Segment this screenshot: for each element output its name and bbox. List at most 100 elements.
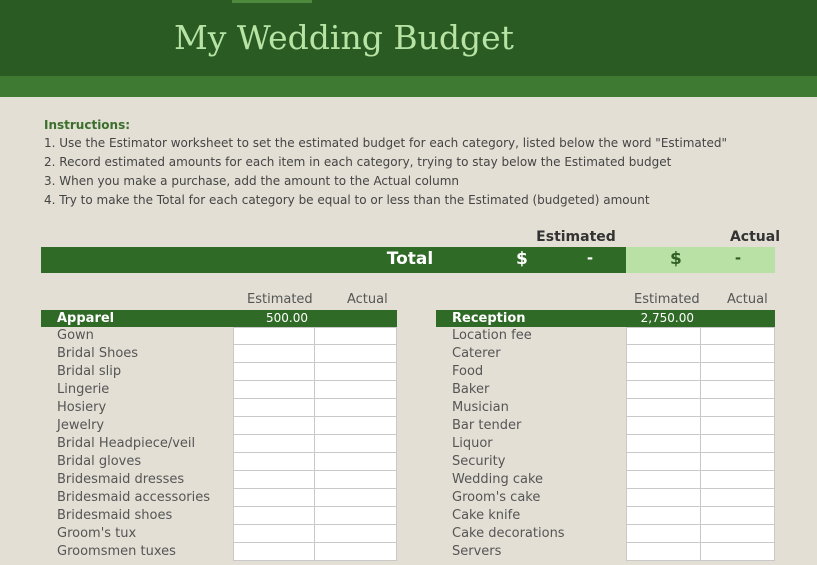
actual-cell[interactable] [700, 399, 775, 417]
estimated-cell[interactable] [626, 363, 701, 381]
actual-cell[interactable] [700, 345, 775, 363]
actual-cell[interactable] [700, 453, 775, 471]
estimated-cell[interactable] [233, 399, 315, 417]
estimated-cell[interactable] [626, 327, 701, 345]
estimated-cell[interactable] [233, 327, 315, 345]
reception-category-name: Reception [452, 311, 526, 326]
estimated-cell[interactable] [233, 471, 315, 489]
estimated-cell[interactable] [233, 489, 315, 507]
item-label: Bridal gloves [57, 454, 142, 469]
estimated-cell[interactable] [626, 489, 701, 507]
actual-cell[interactable] [314, 435, 397, 453]
estimated-cell[interactable] [233, 363, 315, 381]
actual-cell[interactable] [700, 489, 775, 507]
estimated-cell[interactable] [626, 471, 701, 489]
item-label: Wedding cake [452, 472, 544, 487]
actual-cell[interactable] [700, 363, 775, 381]
total-estimated-value[interactable]: - [580, 249, 600, 267]
estimated-cell[interactable] [233, 525, 315, 543]
list-item: Baker [436, 381, 775, 399]
total-actual-value[interactable]: - [728, 249, 748, 267]
estimated-cell[interactable] [233, 543, 315, 561]
item-label: Caterer [452, 346, 501, 361]
total-actual-cell[interactable] [626, 247, 775, 273]
item-label: Lingerie [57, 382, 110, 397]
estimated-cell[interactable] [233, 435, 315, 453]
actual-cell[interactable] [700, 435, 775, 453]
actual-cell[interactable] [700, 327, 775, 345]
estimated-cell[interactable] [626, 453, 701, 471]
item-label: Bridal slip [57, 364, 122, 379]
apparel-estimated-header: Estimated [247, 292, 313, 307]
list-item: Security [436, 453, 775, 471]
list-item: Bridesmaid dresses [41, 471, 397, 489]
instruction-line-3: 3. When you make a purchase, add the amo… [44, 174, 460, 188]
actual-cell[interactable] [314, 489, 397, 507]
list-item: Bridal Shoes [41, 345, 397, 363]
actual-cell[interactable] [700, 471, 775, 489]
actual-cell[interactable] [700, 381, 775, 399]
estimated-cell[interactable] [233, 381, 315, 399]
estimated-cell[interactable] [233, 507, 315, 525]
item-label: Cake decorations [452, 526, 565, 541]
list-item: Lingerie [41, 381, 397, 399]
banner-accent-mark [232, 0, 312, 3]
actual-cell[interactable] [314, 381, 397, 399]
estimated-cell[interactable] [233, 345, 315, 363]
list-item: Bridesmaid accessories [41, 489, 397, 507]
item-label: Location fee [452, 328, 532, 343]
actual-cell[interactable] [700, 417, 775, 435]
apparel-estimated-value[interactable]: 500.00 [233, 310, 308, 327]
reception-estimated-value[interactable]: 2,750.00 [622, 310, 694, 327]
actual-cell[interactable] [314, 399, 397, 417]
apparel-category-name: Apparel [57, 311, 115, 326]
item-label: Food [452, 364, 484, 379]
estimated-cell[interactable] [626, 525, 701, 543]
item-label: Hosiery [57, 400, 107, 415]
actual-cell[interactable] [314, 507, 397, 525]
estimated-cell[interactable] [626, 417, 701, 435]
item-label: Gown [57, 328, 94, 343]
actual-cell[interactable] [700, 507, 775, 525]
instruction-line-1: 1. Use the Estimator worksheet to set th… [44, 136, 727, 150]
estimated-cell[interactable] [626, 345, 701, 363]
actual-cell[interactable] [314, 471, 397, 489]
actual-cell[interactable] [700, 543, 775, 561]
estimated-cell[interactable] [233, 417, 315, 435]
item-label: Bridesmaid accessories [57, 490, 211, 505]
item-label: Liquor [452, 436, 493, 451]
total-estimated-header: Estimated [536, 229, 616, 245]
estimated-cell[interactable] [626, 381, 701, 399]
actual-cell[interactable] [314, 345, 397, 363]
list-item: Groom's cake [436, 489, 775, 507]
actual-cell[interactable] [314, 453, 397, 471]
item-label: Baker [452, 382, 490, 397]
list-item: Gown [41, 327, 397, 345]
estimated-cell[interactable] [626, 507, 701, 525]
item-label: Groom's tux [57, 526, 137, 541]
item-label: Cake knife [452, 508, 521, 523]
actual-cell[interactable] [314, 525, 397, 543]
header-banner: My Wedding Budget [0, 0, 817, 76]
list-item: Liquor [436, 435, 775, 453]
list-item: Cake knife [436, 507, 775, 525]
item-label: Bridal Shoes [57, 346, 139, 361]
actual-cell[interactable] [314, 543, 397, 561]
item-label: Groom's cake [452, 490, 541, 505]
actual-cell[interactable] [700, 525, 775, 543]
estimated-cell[interactable] [626, 543, 701, 561]
item-label: Bridal Headpiece/veil [57, 436, 196, 451]
actual-cell[interactable] [314, 327, 397, 345]
estimated-cell[interactable] [626, 399, 701, 417]
actual-cell[interactable] [314, 417, 397, 435]
estimated-cell[interactable] [233, 453, 315, 471]
item-label: Servers [452, 544, 502, 559]
actual-cell[interactable] [314, 363, 397, 381]
estimated-cell[interactable] [626, 435, 701, 453]
item-label: Bridesmaid shoes [57, 508, 173, 523]
item-label: Groomsmen tuxes [57, 544, 176, 559]
header-strip [0, 76, 817, 97]
list-item: Cake decorations [436, 525, 775, 543]
instruction-line-2: 2. Record estimated amounts for each ite… [44, 155, 672, 169]
apparel-item-list: Gown Bridal Shoes Bridal slip Lingerie Hosie… [41, 327, 397, 561]
